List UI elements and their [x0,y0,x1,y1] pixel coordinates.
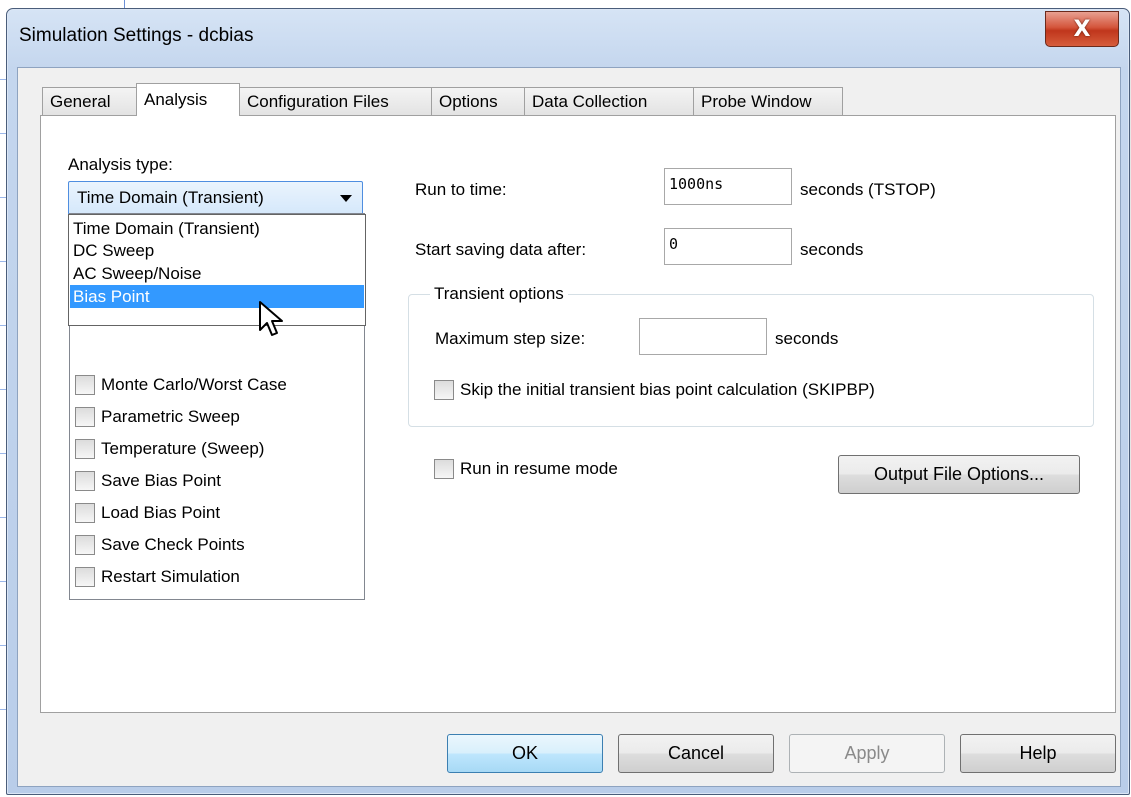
analysis-type-select[interactable]: Time Domain (Transient) [68,181,363,215]
checkbox[interactable] [75,567,95,587]
resume-mode-option[interactable]: Run in resume mode [434,459,618,479]
checkbox[interactable] [75,407,95,427]
tab-data-collection[interactable]: Data Collection [524,87,694,115]
dropdown-option-dc-sweep[interactable]: DC Sweep [70,239,364,262]
window-title: Simulation Settings - dcbias [19,25,254,46]
tab-general[interactable]: General [42,87,137,115]
cancel-button[interactable]: Cancel [618,734,774,773]
analysis-type-label: Analysis type: [68,155,173,174]
title-bar[interactable]: Simulation Settings - dcbias X [7,9,1129,65]
close-button[interactable]: X [1045,11,1119,47]
chevron-down-icon[interactable] [340,195,352,202]
checkbox[interactable] [75,471,95,491]
option-label: Temperature (Sweep) [101,439,265,458]
analysis-type-dropdown: Time Domain (Transient) DC Sweep AC Swee… [68,214,366,326]
apply-button[interactable]: Apply [789,734,945,773]
tab-probe-window[interactable]: Probe Window [693,87,843,115]
resume-mode-label: Run in resume mode [460,459,618,478]
transient-options-legend: Transient options [430,284,568,304]
option-label: Load Bias Point [101,503,221,522]
dropdown-option-ac-sweep[interactable]: AC Sweep/Noise [70,262,364,285]
close-icon: X [1073,16,1091,42]
dialog-client-area: General Analysis Configuration Files Opt… [17,67,1121,787]
max-step-size-input[interactable] [639,318,767,355]
option-label: Save Bias Point [101,471,222,490]
max-step-size-unit: seconds [775,329,839,348]
transient-options-group [408,294,1094,427]
option-save-bias-point[interactable]: Save Bias Point [75,468,221,494]
option-save-check-points[interactable]: Save Check Points [75,532,245,558]
tab-options[interactable]: Options [431,87,525,115]
run-to-time-label: Run to time: [415,180,507,199]
run-to-time-input[interactable]: 1000ns [664,168,792,205]
ok-button[interactable]: OK [447,734,603,773]
option-monte-carlo[interactable]: Monte Carlo/Worst Case [75,372,287,398]
option-load-bias-point[interactable]: Load Bias Point [75,500,220,526]
help-button[interactable]: Help [960,734,1116,773]
option-parametric-sweep[interactable]: Parametric Sweep [75,404,240,430]
tab-configuration-files[interactable]: Configuration Files [239,87,432,115]
option-label: Parametric Sweep [101,407,240,426]
option-restart-simulation[interactable]: Restart Simulation [75,564,240,590]
analysis-type-value: Time Domain (Transient) [77,188,264,207]
option-label: Restart Simulation [101,567,240,586]
start-saving-label: Start saving data after: [415,240,587,259]
dropdown-option-bias-point[interactable]: Bias Point [70,285,364,308]
run-to-time-unit: seconds (TSTOP) [800,180,936,199]
skip-bias-point-option[interactable]: Skip the initial transient bias point ca… [434,380,875,400]
max-step-size-label: Maximum step size: [435,329,586,348]
dropdown-option-time-domain[interactable]: Time Domain (Transient) [70,217,364,240]
simulation-settings-dialog: Simulation Settings - dcbias X General A… [6,8,1130,795]
output-file-options-button[interactable]: Output File Options... [838,455,1080,494]
skip-bias-label: Skip the initial transient bias point ca… [460,380,875,399]
resume-mode-checkbox[interactable] [434,459,454,479]
checkbox[interactable] [75,439,95,459]
option-label: Monte Carlo/Worst Case [101,375,287,394]
checkbox[interactable] [75,375,95,395]
checkbox[interactable] [75,503,95,523]
option-temperature-sweep[interactable]: Temperature (Sweep) [75,436,264,462]
option-label: Save Check Points [101,535,245,554]
start-saving-input[interactable]: 0 [664,228,792,265]
skip-bias-checkbox[interactable] [434,380,454,400]
tab-analysis[interactable]: Analysis [136,83,240,116]
start-saving-unit: seconds [800,240,864,259]
checkbox[interactable] [75,535,95,555]
mouse-cursor-icon [259,301,283,336]
